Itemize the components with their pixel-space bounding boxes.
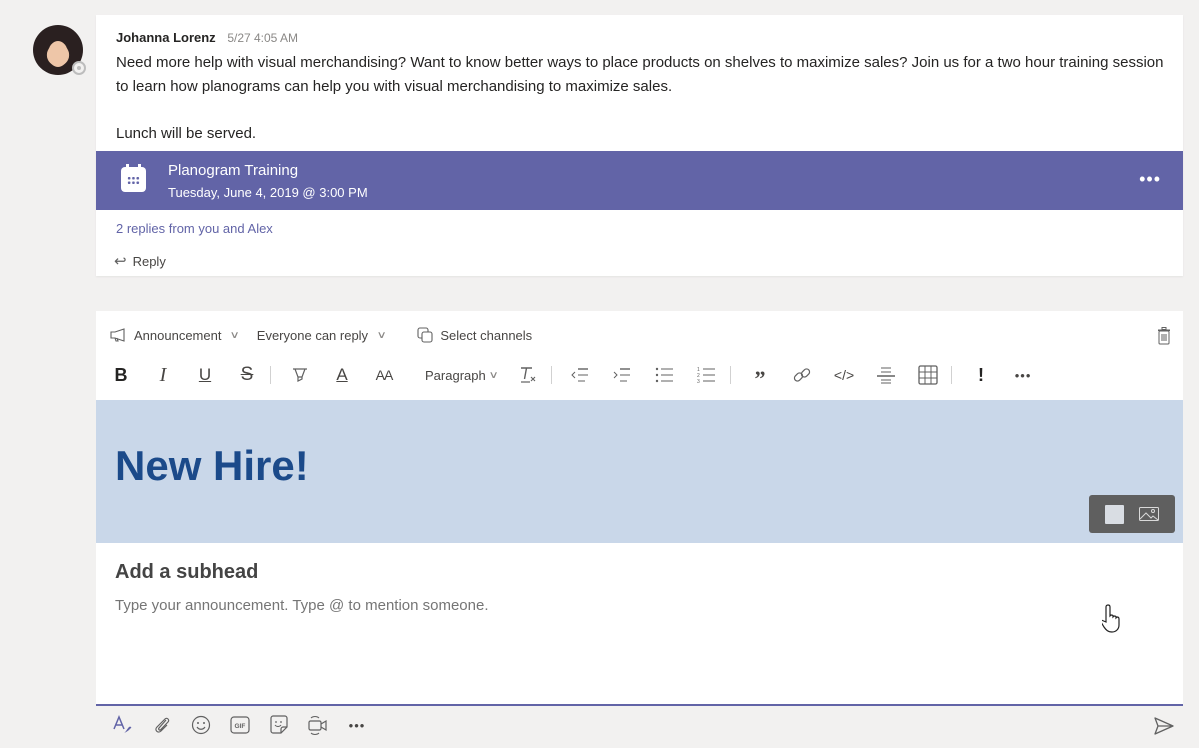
post-options-bar: Announcement ∨ Everyone can reply ∨ Sele…	[110, 327, 550, 343]
insert-table-icon	[918, 365, 938, 385]
megaphone-icon	[110, 328, 125, 342]
delete-post-icon[interactable]	[1157, 327, 1171, 345]
more-extensions-button[interactable]: •••	[346, 714, 368, 736]
announcement-banner[interactable]: New Hire!	[96, 400, 1183, 633]
formatting-toolbar: B I U S A AA Paragraph ∨ 123 ” </> ! •••	[110, 363, 1054, 392]
bulleted-list-button[interactable]	[654, 363, 676, 387]
post-type-label: Announcement	[134, 327, 222, 343]
svg-text:GIF: GIF	[235, 723, 246, 730]
highlight-icon	[293, 368, 307, 382]
bold-button[interactable]: B	[110, 363, 132, 387]
select-channels-button[interactable]: Select channels	[417, 327, 532, 343]
avatar-face	[48, 41, 68, 67]
link-icon	[793, 368, 811, 382]
decrease-indent-button[interactable]	[570, 363, 592, 387]
toolbar-divider	[551, 366, 553, 384]
bulleted-list-icon	[655, 367, 674, 383]
announcement-composer: Announcement ∨ Everyone can reply ∨ Sele…	[96, 311, 1183, 706]
decrease-indent-icon	[571, 368, 589, 382]
meet-now-icon	[308, 716, 327, 735]
send-icon[interactable]	[1154, 717, 1174, 735]
composer-focus-underline	[96, 704, 1183, 706]
banner-image-tools	[1089, 495, 1175, 533]
channel-post: Johanna Lorenz 5/27 4:05 AM Need more he…	[96, 15, 1183, 276]
sticker-button[interactable]	[268, 714, 290, 736]
underline-button[interactable]: U	[194, 363, 216, 387]
banner-color-button[interactable]	[1104, 504, 1124, 524]
more-formatting-button[interactable]: •••	[1012, 363, 1034, 387]
reply-setting-dropdown[interactable]: Everyone can reply ∨	[256, 327, 387, 343]
quote-icon: ”	[754, 366, 766, 391]
increase-indent-button[interactable]	[612, 363, 634, 387]
event-datetime: Tuesday, June 4, 2019 @ 3:00 PM	[168, 185, 368, 200]
insert-table-button[interactable]	[917, 363, 939, 387]
post-type-dropdown[interactable]: Announcement ∨	[110, 327, 241, 343]
toolbar-divider	[270, 366, 271, 384]
gif-button[interactable]: GIF	[229, 714, 251, 736]
code-snippet-icon: </>	[833, 367, 855, 383]
clear-formatting-button[interactable]	[517, 363, 539, 387]
clear-formatting-icon	[521, 367, 536, 383]
post-body: Need more help with visual merchandising…	[116, 51, 1176, 146]
code-snippet-button[interactable]: </>	[833, 363, 855, 387]
quote-button[interactable]: ”	[749, 363, 771, 391]
paragraph-dropdown[interactable]: Paragraph ∨	[425, 367, 499, 383]
gif-icon: GIF	[230, 716, 250, 734]
attach-button[interactable]	[151, 714, 173, 736]
mark-important-button[interactable]: !	[970, 363, 992, 387]
replies-link[interactable]: 2 replies from you and Alex	[116, 221, 273, 236]
numbered-list-icon: 123	[697, 367, 716, 384]
horizontal-rule-button[interactable]	[875, 363, 897, 387]
author-name[interactable]: Johanna Lorenz	[116, 30, 216, 45]
calendar-icon	[121, 164, 146, 192]
numbered-list-button[interactable]: 123	[696, 363, 718, 387]
meet-now-button[interactable]	[307, 714, 329, 736]
event-more-options-button[interactable]: •••	[1139, 169, 1161, 190]
message-extensions-bar: GIF •••	[112, 714, 385, 736]
sticker-icon	[270, 715, 288, 734]
format-icon	[113, 715, 132, 733]
subhead-input[interactable]: Add a subhead	[115, 561, 258, 584]
banner-image-icon[interactable]	[1139, 507, 1160, 521]
attach-icon	[155, 717, 170, 733]
post-paragraph: Need more help with visual merchandising…	[116, 54, 1164, 95]
presence-status-icon	[72, 61, 86, 75]
post-timestamp: 5/27 4:05 AM	[227, 31, 299, 45]
highlight-button[interactable]	[289, 363, 311, 387]
event-title: Planogram Training	[168, 162, 299, 179]
toolbar-divider	[951, 366, 953, 384]
reply-label: Reply	[132, 253, 166, 269]
horizontal-rule-icon	[877, 367, 896, 384]
emoji-icon	[191, 715, 211, 735]
post-header: Johanna Lorenz 5/27 4:05 AM	[116, 30, 298, 45]
format-button[interactable]	[112, 714, 134, 736]
strikethrough-button[interactable]: S	[236, 363, 258, 387]
link-button[interactable]	[791, 363, 813, 387]
reply-setting-label: Everyone can reply	[256, 327, 369, 343]
select-channels-label: Select channels	[440, 327, 533, 343]
font-size-button[interactable]: AA	[373, 363, 395, 387]
italic-button[interactable]: I	[152, 363, 174, 387]
increase-indent-icon	[613, 368, 631, 382]
paragraph-label: Paragraph	[425, 367, 486, 383]
mark-important-icon: !	[978, 364, 985, 385]
reply-arrow-icon: ↩	[114, 253, 127, 270]
event-card[interactable]: Planogram Training Tuesday, June 4, 2019…	[96, 151, 1183, 210]
announcement-body-input[interactable]	[115, 597, 1155, 614]
post-paragraph: Lunch will be served.	[116, 125, 257, 142]
svg-text:3: 3	[697, 379, 700, 384]
announcement-headline[interactable]: New Hire!	[115, 442, 309, 490]
font-color-button[interactable]: A	[331, 363, 353, 387]
toolbar-divider	[730, 366, 732, 384]
chevron-down-icon: ∨	[229, 329, 241, 341]
chevron-down-icon: ∨	[376, 329, 387, 341]
avatar[interactable]	[33, 25, 86, 75]
channels-icon	[417, 327, 433, 343]
emoji-button[interactable]	[190, 714, 212, 736]
chevron-down-icon: ∨	[488, 369, 499, 381]
reply-button[interactable]: ↩ Reply	[114, 252, 166, 270]
